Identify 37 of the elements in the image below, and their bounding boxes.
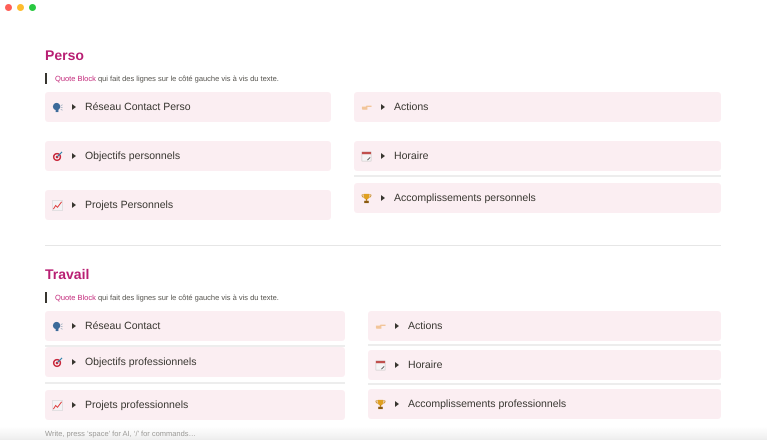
toggle-row[interactable]: Réseau Contact Perso [45,92,331,122]
close-button[interactable] [5,4,12,11]
toggle-row[interactable]: Horaire [354,141,721,171]
caret-icon[interactable] [71,359,77,365]
target-icon [52,150,63,162]
chart-increasing-icon [52,200,63,210]
toggle-row[interactable]: Objectifs professionnels [45,347,345,377]
speaking-head-icon [52,320,63,332]
toggle-row[interactable]: Objectifs personnels [45,141,331,171]
caret-icon[interactable] [71,323,77,329]
caret-icon[interactable] [380,195,386,201]
toggle-row[interactable]: Projets Personnels [45,190,331,220]
caret-icon[interactable] [71,104,77,110]
section-heading: Travail [45,265,90,284]
toggle-row[interactable]: Réseau Contact [45,311,345,341]
trophy-icon [375,398,386,410]
toggle-row[interactable]: Accomplissements personnels [354,183,721,213]
caret-icon[interactable] [394,362,400,368]
calendar-icon [361,150,372,162]
trophy-icon [361,192,372,204]
caret-icon[interactable] [71,153,77,159]
toggle-row[interactable]: Horaire [368,350,721,380]
speaking-head-icon [52,102,63,112]
toggle-row[interactable]: Projets professionnels [45,390,345,420]
toggle-row[interactable]: Actions [368,311,721,341]
target-icon [52,356,63,368]
section-heading: Perso [45,46,85,65]
caret-icon[interactable] [394,401,400,407]
caret-icon[interactable] [380,153,386,159]
caret-icon[interactable] [394,323,400,329]
chart-increasing-icon [52,400,63,410]
calendar-icon [375,360,386,370]
caret-icon[interactable] [380,104,386,110]
toggle-row[interactable]: Accomplissements professionnels [368,389,721,419]
caret-icon[interactable] [71,202,77,208]
toggle-row[interactable]: Actions [354,92,721,122]
caret-icon[interactable] [71,402,77,408]
